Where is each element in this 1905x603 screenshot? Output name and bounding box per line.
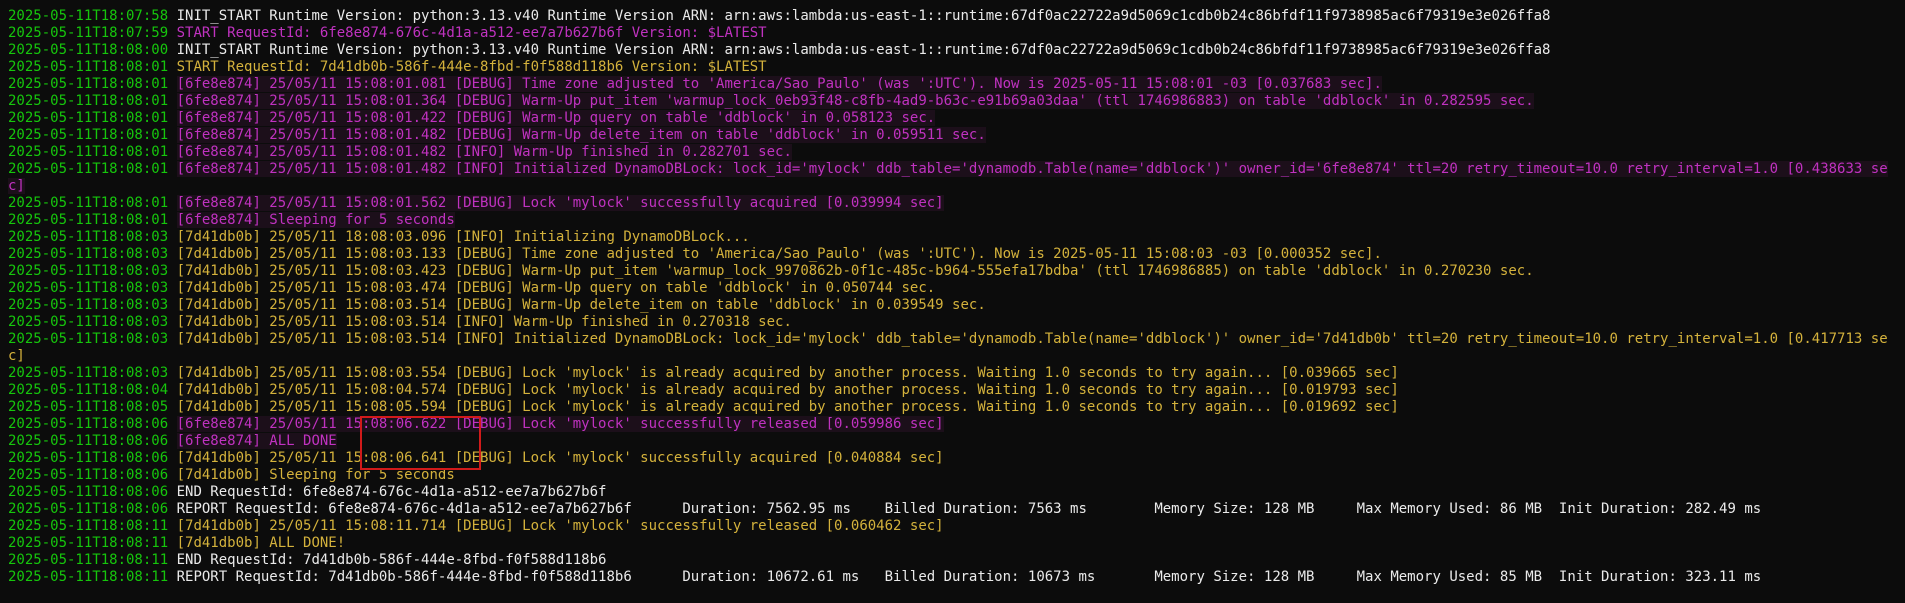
log-line: 2025-05-11T18:08:06 [6fe8e874] ALL DONE xyxy=(8,433,1905,450)
log-line: 2025-05-11T18:08:01 [6fe8e874] Sleeping … xyxy=(8,212,1905,229)
log-message: [7d41db0b] 25/05/11 15:08:06.641 [DEBUG]… xyxy=(176,450,944,466)
log-timestamp: 2025-05-11T18:08:11 xyxy=(8,552,169,568)
log-message: [7d41db0b] 25/05/11 15:08:03.474 [DEBUG]… xyxy=(176,280,936,296)
log-message: [7d41db0b] Sleeping for 5 seconds xyxy=(176,467,455,483)
log-timestamp: 2025-05-11T18:08:05 xyxy=(8,399,169,415)
log-message: [7d41db0b] 25/05/11 15:08:05.594 [DEBUG]… xyxy=(176,399,1399,415)
log-timestamp: 2025-05-11T18:08:01 xyxy=(8,212,169,228)
log-message: END RequestId: 7d41db0b-586f-444e-8fbd-f… xyxy=(176,552,607,568)
log-timestamp: 2025-05-11T18:08:01 xyxy=(8,110,169,126)
log-timestamp: 2025-05-11T18:08:03 xyxy=(8,246,169,262)
log-timestamp: 2025-05-11T18:08:06 xyxy=(8,484,169,500)
log-timestamp: 2025-05-11T18:08:11 xyxy=(8,535,169,551)
log-line: 2025-05-11T18:08:01 [6fe8e874] 25/05/11 … xyxy=(8,93,1905,110)
log-timestamp: 2025-05-11T18:08:06 xyxy=(8,450,169,466)
log-message: [7d41db0b] 25/05/11 15:08:03.554 [DEBUG]… xyxy=(176,365,1399,381)
log-timestamp: 2025-05-11T18:08:11 xyxy=(8,518,169,534)
log-message: REPORT RequestId: 6fe8e874-676c-4d1a-a51… xyxy=(176,501,1762,517)
log-timestamp: 2025-05-11T18:08:00 xyxy=(8,42,169,58)
log-line: 2025-05-11T18:08:00 INIT_START Runtime V… xyxy=(8,42,1905,59)
log-line: 2025-05-11T18:08:04 [7d41db0b] 25/05/11 … xyxy=(8,382,1905,399)
log-message: [6fe8e874] 25/05/11 15:08:01.562 [DEBUG]… xyxy=(176,195,944,211)
log-timestamp: 2025-05-11T18:08:01 xyxy=(8,93,169,109)
log-timestamp: 2025-05-11T18:08:01 xyxy=(8,195,169,211)
log-message: [7d41db0b] 25/05/11 15:08:03.514 [INFO] … xyxy=(8,331,1888,364)
log-line: 2025-05-11T18:08:11 REPORT RequestId: 7d… xyxy=(8,569,1905,586)
log-timestamp: 2025-05-11T18:08:01 xyxy=(8,76,169,92)
log-timestamp: 2025-05-11T18:08:03 xyxy=(8,365,169,381)
log-timestamp: 2025-05-11T18:08:03 xyxy=(8,314,169,330)
log-timestamp: 2025-05-11T18:07:59 xyxy=(8,25,169,41)
log-timestamp: 2025-05-11T18:08:06 xyxy=(8,467,169,483)
log-line: 2025-05-11T18:08:06 REPORT RequestId: 6f… xyxy=(8,501,1905,518)
log-message: [6fe8e874] 25/05/11 15:08:01.081 [DEBUG]… xyxy=(176,76,1382,92)
log-timestamp: 2025-05-11T18:08:04 xyxy=(8,382,169,398)
log-timestamp: 2025-05-11T18:08:03 xyxy=(8,229,169,245)
log-line: 2025-05-11T18:08:11 [7d41db0b] ALL DONE! xyxy=(8,535,1905,552)
log-timestamp: 2025-05-11T18:08:06 xyxy=(8,433,169,449)
log-line: 2025-05-11T18:08:05 [7d41db0b] 25/05/11 … xyxy=(8,399,1905,416)
log-line: 2025-05-11T18:08:06 END RequestId: 6fe8e… xyxy=(8,484,1905,501)
log-line: 2025-05-11T18:08:03 [7d41db0b] 25/05/11 … xyxy=(8,331,1888,365)
log-timestamp: 2025-05-11T18:07:58 xyxy=(8,8,169,24)
log-message: START RequestId: 6fe8e874-676c-4d1a-a512… xyxy=(176,25,767,41)
log-timestamp: 2025-05-11T18:08:01 xyxy=(8,127,169,143)
log-message: INIT_START Runtime Version: python:3.13.… xyxy=(176,42,1551,58)
log-message: [7d41db0b] 25/05/11 18:08:03.096 [INFO] … xyxy=(176,229,750,245)
log-message: INIT_START Runtime Version: python:3.13.… xyxy=(176,8,1551,24)
log-timestamp: 2025-05-11T18:08:01 xyxy=(8,144,169,160)
log-timestamp: 2025-05-11T18:08:01 xyxy=(8,59,169,75)
log-timestamp: 2025-05-11T18:08:01 xyxy=(8,161,169,177)
log-line: 2025-05-11T18:08:01 [6fe8e874] 25/05/11 … xyxy=(8,195,1905,212)
log-line: 2025-05-11T18:08:01 START RequestId: 7d4… xyxy=(8,59,1905,76)
log-line: 2025-05-11T18:08:06 [7d41db0b] 25/05/11 … xyxy=(8,450,1905,467)
log-message: [7d41db0b] 25/05/11 15:08:11.714 [DEBUG]… xyxy=(176,518,944,534)
log-line: 2025-05-11T18:08:01 [6fe8e874] 25/05/11 … xyxy=(8,161,1888,195)
log-timestamp: 2025-05-11T18:08:06 xyxy=(8,416,169,432)
log-message: [6fe8e874] 25/05/11 15:08:01.482 [DEBUG]… xyxy=(176,127,986,143)
log-message: [7d41db0b] 25/05/11 15:08:03.133 [DEBUG]… xyxy=(176,246,1382,262)
log-timestamp: 2025-05-11T18:08:03 xyxy=(8,297,169,313)
log-timestamp: 2025-05-11T18:08:06 xyxy=(8,501,169,517)
log-line: 2025-05-11T18:08:03 [7d41db0b] 25/05/11 … xyxy=(8,229,1905,246)
log-message: [6fe8e874] 25/05/11 15:08:01.364 [DEBUG]… xyxy=(176,93,1534,109)
log-line: 2025-05-11T18:08:11 END RequestId: 7d41d… xyxy=(8,552,1905,569)
terminal-output[interactable]: 2025-05-11T18:07:58 INIT_START Runtime V… xyxy=(0,0,1905,603)
log-message: [6fe8e874] Sleeping for 5 seconds xyxy=(176,212,455,228)
log-message: [6fe8e874] ALL DONE xyxy=(176,433,337,449)
log-line: 2025-05-11T18:08:06 [7d41db0b] Sleeping … xyxy=(8,467,1905,484)
log-message: END RequestId: 6fe8e874-676c-4d1a-a512-e… xyxy=(176,484,607,500)
log-message: [6fe8e874] 25/05/11 15:08:06.622 [DEBUG]… xyxy=(176,416,944,432)
log-message: [7d41db0b] ALL DONE! xyxy=(176,535,346,551)
log-line: 2025-05-11T18:08:01 [6fe8e874] 25/05/11 … xyxy=(8,76,1905,93)
log-message: [6fe8e874] 25/05/11 15:08:01.482 [INFO] … xyxy=(176,144,792,160)
log-line: 2025-05-11T18:08:06 [6fe8e874] 25/05/11 … xyxy=(8,416,1905,433)
log-timestamp: 2025-05-11T18:08:03 xyxy=(8,280,169,296)
log-line: 2025-05-11T18:08:11 [7d41db0b] 25/05/11 … xyxy=(8,518,1905,535)
log-line: 2025-05-11T18:07:58 INIT_START Runtime V… xyxy=(8,8,1905,25)
log-line: 2025-05-11T18:08:03 [7d41db0b] 25/05/11 … xyxy=(8,365,1905,382)
log-timestamp: 2025-05-11T18:08:03 xyxy=(8,263,169,279)
log-line: 2025-05-11T18:08:03 [7d41db0b] 25/05/11 … xyxy=(8,263,1905,280)
log-message: [6fe8e874] 25/05/11 15:08:01.482 [INFO] … xyxy=(8,161,1888,194)
log-line: 2025-05-11T18:08:01 [6fe8e874] 25/05/11 … xyxy=(8,144,1905,161)
log-line: 2025-05-11T18:08:03 [7d41db0b] 25/05/11 … xyxy=(8,314,1905,331)
log-line: 2025-05-11T18:08:03 [7d41db0b] 25/05/11 … xyxy=(8,297,1905,314)
log-line: 2025-05-11T18:08:01 [6fe8e874] 25/05/11 … xyxy=(8,127,1905,144)
log-message: REPORT RequestId: 7d41db0b-586f-444e-8fb… xyxy=(176,569,1762,585)
log-timestamp: 2025-05-11T18:08:03 xyxy=(8,331,169,347)
log-message: [7d41db0b] 25/05/11 15:08:03.514 [DEBUG]… xyxy=(176,297,986,313)
log-line: 2025-05-11T18:08:03 [7d41db0b] 25/05/11 … xyxy=(8,246,1905,263)
log-line: 2025-05-11T18:08:01 [6fe8e874] 25/05/11 … xyxy=(8,110,1905,127)
log-message: START RequestId: 7d41db0b-586f-444e-8fbd… xyxy=(176,59,767,75)
log-line: 2025-05-11T18:08:03 [7d41db0b] 25/05/11 … xyxy=(8,280,1905,297)
log-timestamp: 2025-05-11T18:08:11 xyxy=(8,569,169,585)
log-message: [7d41db0b] 25/05/11 15:08:03.423 [DEBUG]… xyxy=(176,263,1534,279)
log-line: 2025-05-11T18:07:59 START RequestId: 6fe… xyxy=(8,25,1905,42)
log-message: [7d41db0b] 25/05/11 15:08:03.514 [INFO] … xyxy=(176,314,792,330)
log-message: [7d41db0b] 25/05/11 15:08:04.574 [DEBUG]… xyxy=(176,382,1399,398)
log-message: [6fe8e874] 25/05/11 15:08:01.422 [DEBUG]… xyxy=(176,110,936,126)
